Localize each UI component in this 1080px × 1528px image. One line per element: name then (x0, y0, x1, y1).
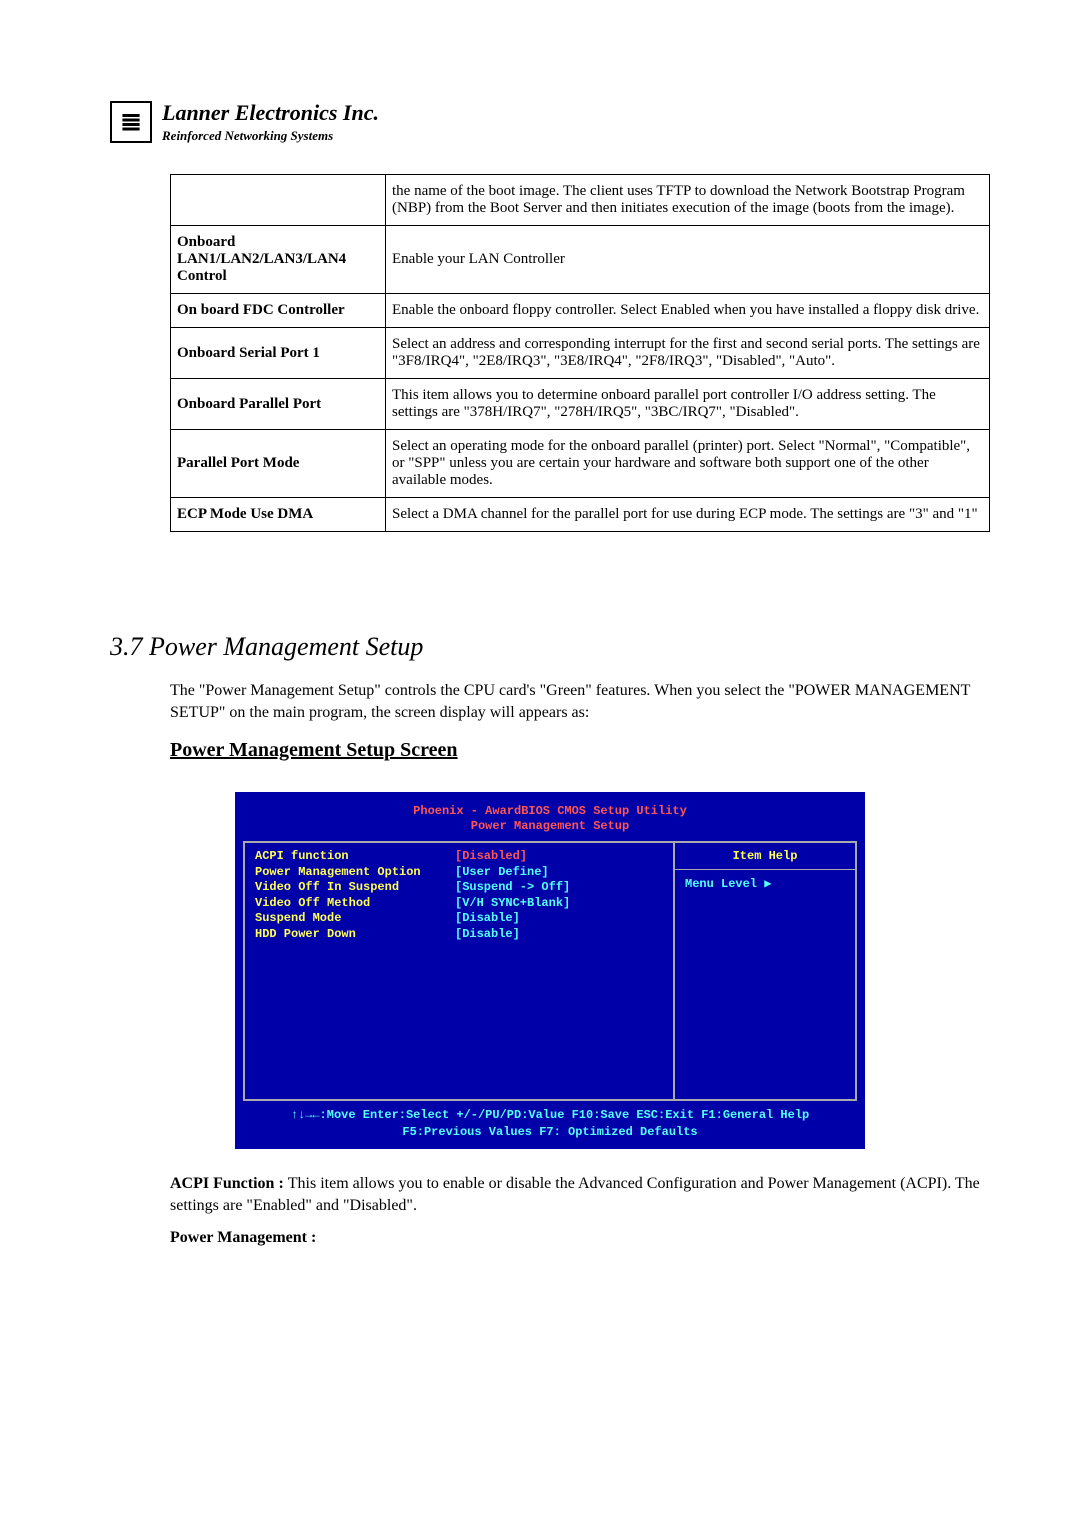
table-cell-desc: Select an address and corresponding inte… (386, 328, 990, 379)
bios-row-value: [Disabled] (455, 849, 527, 865)
bios-row-label: Video Off In Suspend (255, 880, 455, 896)
bios-row: Video Off In Suspend[Suspend -> Off] (255, 880, 663, 896)
table-row: Onboard LAN1/LAN2/LAN3/LAN4 ControlEnabl… (171, 226, 990, 294)
table-cell-desc: the name of the boot image. The client u… (386, 175, 990, 226)
table-row: On board FDC ControllerEnable the onboar… (171, 294, 990, 328)
table-row: the name of the boot image. The client u… (171, 175, 990, 226)
bios-screenshot: Phoenix - AwardBIOS CMOS Setup Utility P… (235, 792, 865, 1149)
bios-row: Suspend Mode[Disable] (255, 911, 663, 927)
table-row: ECP Mode Use DMASelect a DMA channel for… (171, 498, 990, 532)
bios-title-1: Phoenix - AwardBIOS CMOS Setup Utility (413, 804, 687, 818)
bios-title-2: Power Management Setup (471, 819, 629, 833)
bios-row-value: [Disable] (455, 911, 520, 927)
bios-row: Video Off Method[V/H SYNC+Blank] (255, 896, 663, 912)
bios-row-value: [Suspend -> Off] (455, 880, 570, 896)
bios-row-value: [V/H SYNC+Blank] (455, 896, 570, 912)
page-header: ≣ Lanner Electronics Inc. Reinforced Net… (110, 100, 990, 144)
bios-row-value: [Disable] (455, 927, 520, 943)
table-cell-label: Onboard Parallel Port (171, 379, 386, 430)
bios-row-value: [User Define] (455, 865, 549, 881)
company-tagline: Reinforced Networking Systems (162, 128, 379, 144)
table-cell-label: Onboard LAN1/LAN2/LAN3/LAN4 Control (171, 226, 386, 294)
bios-row-label: HDD Power Down (255, 927, 455, 943)
table-cell-label: Onboard Serial Port 1 (171, 328, 386, 379)
table-cell-label: ECP Mode Use DMA (171, 498, 386, 532)
bios-row-label: Power Management Option (255, 865, 455, 881)
company-name: Lanner Electronics Inc. (162, 100, 379, 126)
table-cell-label: On board FDC Controller (171, 294, 386, 328)
table-cell-desc: Select an operating mode for the onboard… (386, 430, 990, 498)
bios-item-help: Item Help (685, 849, 845, 863)
power-mgmt-paragraph: Power Management : (170, 1227, 990, 1249)
table-cell-desc: Enable the onboard floppy controller. Se… (386, 294, 990, 328)
logo-icon: ≣ (120, 107, 142, 137)
bios-footer: ↑↓→←:Move Enter:Select +/-/PU/PD:Value F… (243, 1107, 857, 1141)
bios-menu-level: Menu Level ▶ (685, 876, 845, 891)
acpi-label: ACPI Function : (170, 1175, 288, 1192)
table-cell-label: Parallel Port Mode (171, 430, 386, 498)
table-cell-desc: Select a DMA channel for the parallel po… (386, 498, 990, 532)
company-logo: ≣ (110, 101, 152, 143)
acpi-paragraph: ACPI Function : This item allows you to … (170, 1173, 990, 1218)
bios-row-label: ACPI function (255, 849, 455, 865)
section-intro: The "Power Management Setup" controls th… (170, 680, 990, 725)
settings-table: the name of the boot image. The client u… (170, 174, 990, 532)
power-mgmt-label: Power Management : (170, 1229, 316, 1246)
bios-row: Power Management Option[User Define] (255, 865, 663, 881)
bios-row-label: Suspend Mode (255, 911, 455, 927)
table-cell-desc: This item allows you to determine onboar… (386, 379, 990, 430)
section-title: 3.7 Power Management Setup (110, 632, 990, 662)
bios-row: ACPI function[Disabled] (255, 849, 663, 865)
bios-right-panel: Item Help Menu Level ▶ (675, 843, 855, 1099)
bios-footer-2: F5:Previous Values F7: Optimized Default… (243, 1124, 857, 1141)
bios-footer-1: ↑↓→←:Move Enter:Select +/-/PU/PD:Value F… (243, 1107, 857, 1124)
table-cell-label (171, 175, 386, 226)
table-cell-desc: Enable your LAN Controller (386, 226, 990, 294)
bios-row: HDD Power Down[Disable] (255, 927, 663, 943)
subsection-title: Power Management Setup Screen (170, 739, 990, 762)
bios-row-label: Video Off Method (255, 896, 455, 912)
bios-left-panel: ACPI function[Disabled]Power Management … (245, 843, 675, 1099)
acpi-text: This item allows you to enable or disabl… (170, 1175, 980, 1214)
table-row: Onboard Parallel PortThis item allows yo… (171, 379, 990, 430)
table-row: Parallel Port ModeSelect an operating mo… (171, 430, 990, 498)
table-row: Onboard Serial Port 1Select an address a… (171, 328, 990, 379)
